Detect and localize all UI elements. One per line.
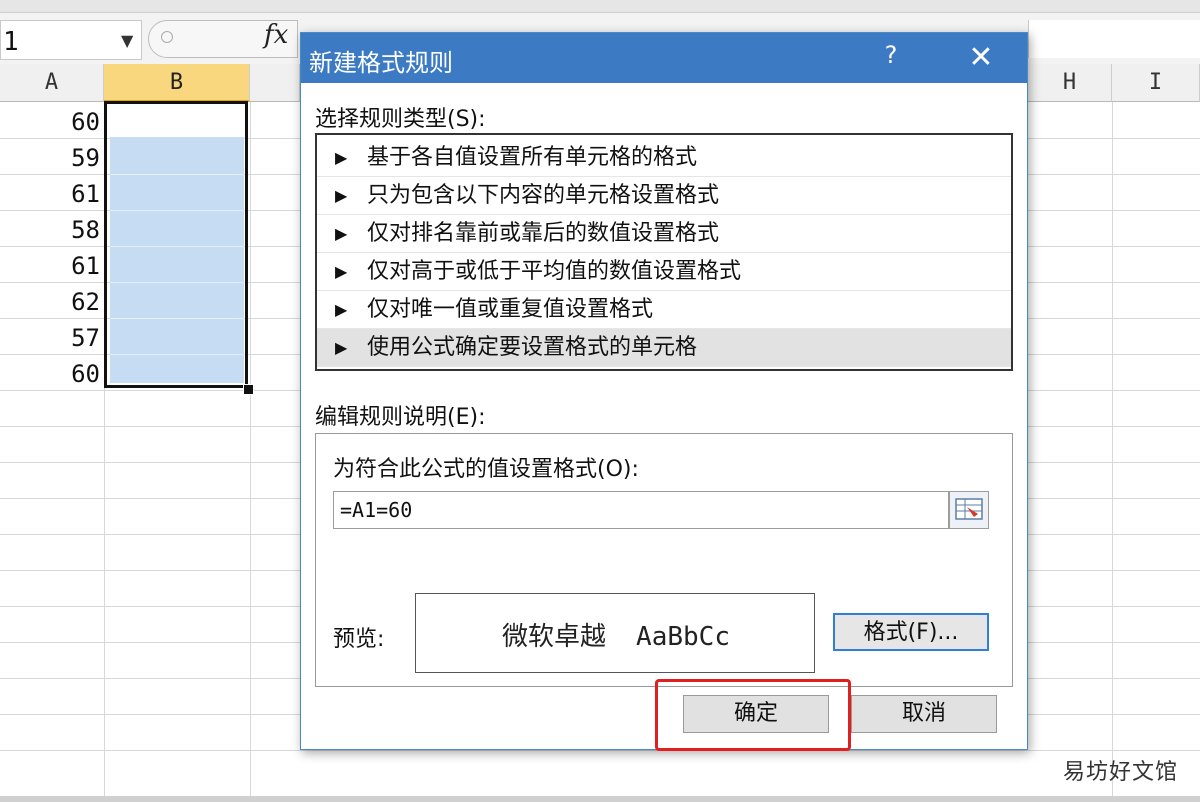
edit-rule-label: 编辑规则说明(E): — [315, 405, 486, 430]
cell-a4[interactable]: 58 — [30, 212, 100, 248]
close-button[interactable]: ✕ — [961, 39, 1001, 77]
rule-type-item[interactable]: ▶ 基于各自值设置所有单元格的格式 — [317, 139, 1011, 177]
rule-type-label-text: 使用公式确定要设置格式的单元格 — [367, 335, 698, 360]
chevron-down-icon[interactable]: ▼ — [121, 31, 133, 50]
fill-handle[interactable] — [243, 384, 254, 395]
preview-sample: 微软卓越 AaBbCc — [416, 616, 816, 653]
play-triangle-icon: ▶ — [335, 186, 348, 205]
rule-type-label-text: 仅对排名靠前或靠后的数值设置格式 — [367, 221, 720, 246]
status-edge — [0, 796, 1200, 802]
range-picker-button[interactable] — [949, 491, 989, 529]
formula-field[interactable]: =A1=60 — [333, 491, 949, 529]
column-header-i[interactable]: I — [1112, 64, 1200, 102]
help-button[interactable]: ? — [875, 41, 907, 75]
column-header-b[interactable]: B — [104, 64, 250, 102]
grid-line — [0, 750, 1200, 751]
rule-type-label-text: 只为包含以下内容的单元格设置格式 — [367, 183, 720, 208]
formula-input[interactable] — [1028, 20, 1200, 58]
play-triangle-icon: ▶ — [335, 262, 348, 281]
rule-type-label-text: 仅对高于或低于平均值的数值设置格式 — [367, 259, 742, 284]
range-picker-icon — [955, 498, 983, 520]
rule-type-item[interactable]: ▶ 仅对高于或低于平均值的数值设置格式 — [317, 253, 1011, 291]
cell-a7[interactable]: 57 — [30, 320, 100, 356]
play-triangle-icon: ▶ — [335, 148, 348, 167]
cell-a3[interactable]: 61 — [30, 176, 100, 212]
dialog-title: 新建格式规则 — [309, 49, 453, 77]
cell-a1[interactable]: 60 — [30, 104, 100, 140]
preview-label: 预览: — [333, 627, 385, 652]
rule-type-item[interactable]: ▶ 仅对排名靠前或靠后的数值设置格式 — [317, 215, 1011, 253]
cell-a6[interactable]: 62 — [30, 284, 100, 320]
grid-line — [1112, 102, 1113, 802]
formula-label: 为符合此公式的值设置格式(O): — [333, 457, 639, 482]
column-header-a[interactable]: A — [0, 64, 104, 102]
preview-latin-text: AaBbCc — [636, 622, 730, 652]
play-triangle-icon: ▶ — [335, 338, 348, 357]
cell-a5[interactable]: 61 — [30, 248, 100, 284]
watermark-text: 易坊好文馆 — [1062, 760, 1178, 785]
rule-type-label: 选择规则类型(S): — [315, 107, 486, 132]
play-triangle-icon: ▶ — [335, 224, 348, 243]
rule-type-item[interactable]: ▶ 只为包含以下内容的单元格设置格式 — [317, 177, 1011, 215]
new-format-rule-dialog: 新建格式规则 ? ✕ 选择规则类型(S): ▶ 基于各自值设置所有单元格的格式 … — [300, 32, 1028, 751]
column-header-h[interactable]: H — [1028, 64, 1112, 102]
ok-button-highlight — [655, 679, 851, 751]
preview-cjk-text: 微软卓越 — [502, 622, 607, 652]
resize-handle-icon[interactable] — [161, 31, 173, 43]
name-box-value: 1 — [3, 27, 19, 57]
format-button[interactable]: 格式(F)... — [833, 613, 989, 651]
cell-a2[interactable]: 59 — [30, 140, 100, 176]
preview-box: 微软卓越 AaBbCc — [415, 593, 815, 673]
column-header-c[interactable] — [250, 64, 300, 102]
selected-range-b1-b8[interactable] — [104, 101, 248, 388]
rule-type-item-selected[interactable]: ▶ 使用公式确定要设置格式的单元格 — [317, 329, 1011, 367]
cancel-button[interactable]: 取消 — [851, 695, 997, 733]
ribbon-edge — [0, 0, 1200, 13]
rule-type-label-text: 仅对唯一值或重复值设置格式 — [367, 297, 654, 322]
grid-line — [250, 102, 251, 802]
insert-function-button[interactable]: fx — [264, 20, 288, 50]
rule-type-list[interactable]: ▶ 基于各自值设置所有单元格的格式 ▶ 只为包含以下内容的单元格设置格式 ▶ 仅… — [315, 133, 1013, 371]
play-triangle-icon: ▶ — [335, 300, 348, 319]
dialog-title-bar[interactable]: 新建格式规则 ? ✕ — [301, 33, 1027, 83]
rule-type-label-text: 基于各自值设置所有单元格的格式 — [367, 145, 698, 170]
rule-type-item[interactable]: ▶ 仅对唯一值或重复值设置格式 — [317, 291, 1011, 329]
cell-a8[interactable]: 60 — [30, 356, 100, 392]
name-box[interactable]: 1 ▼ — [0, 20, 142, 60]
